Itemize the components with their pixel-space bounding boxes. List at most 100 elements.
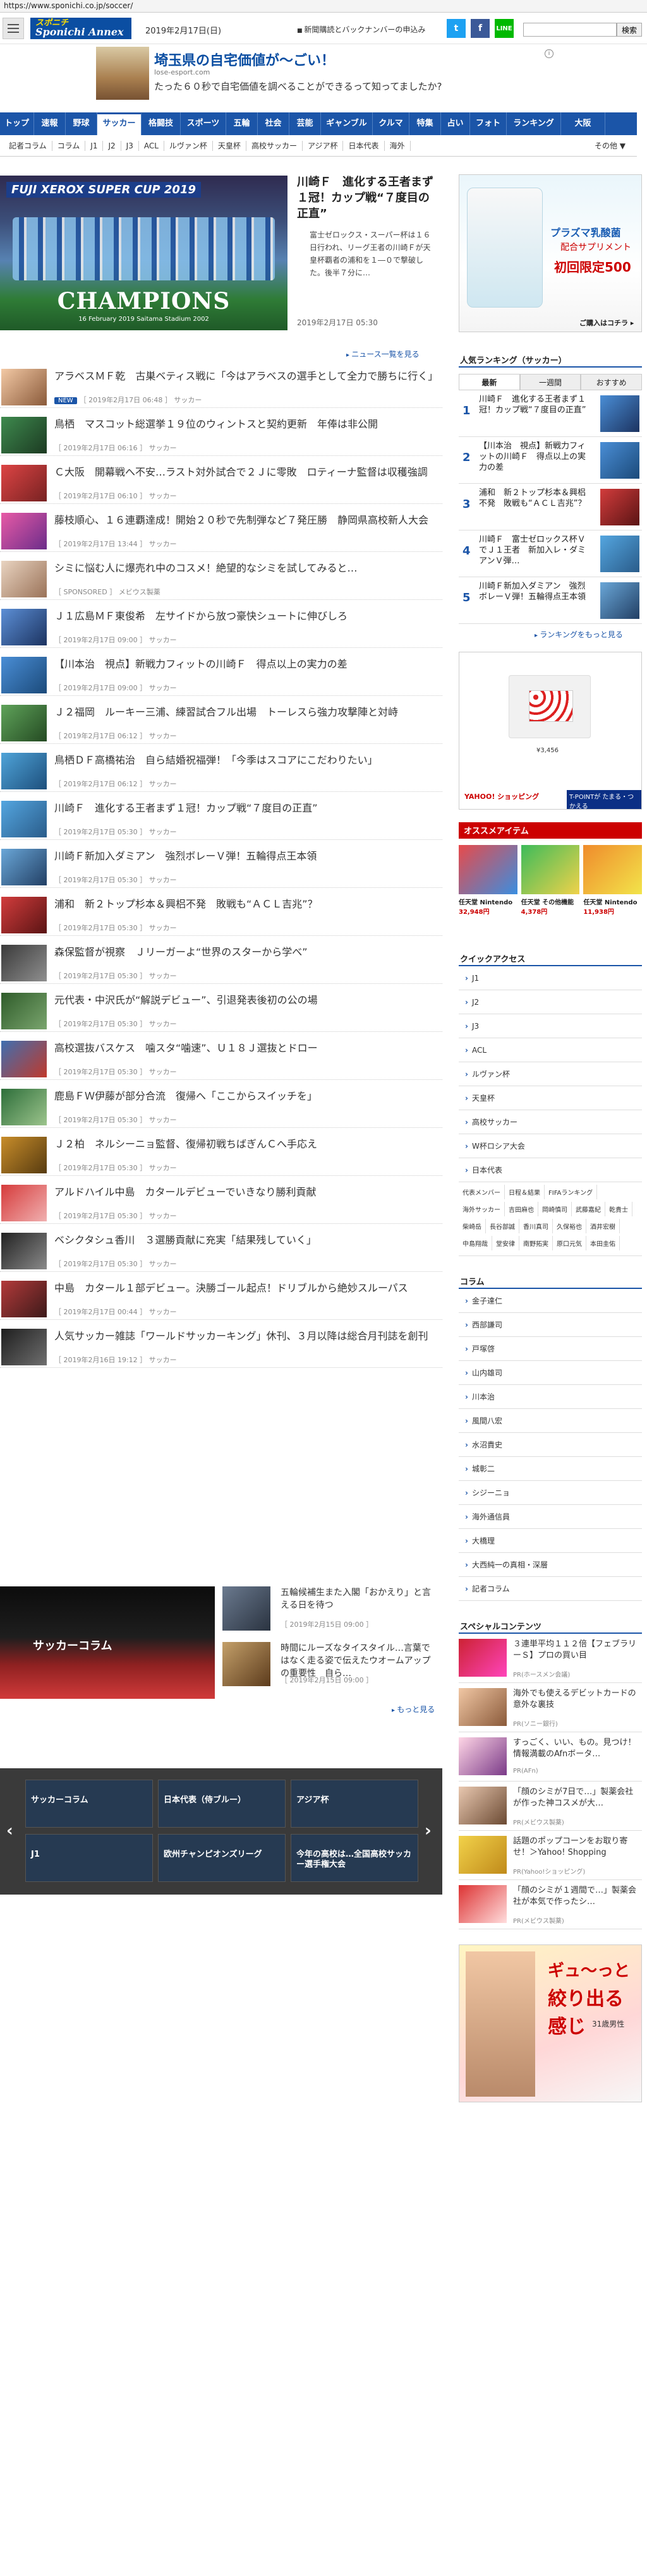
news-item[interactable]: 鳥栖ＤＦ高橋祐治 自ら結婚祝福弾！「今季はスコアにこだわりたい」 ［ 2019年2…: [0, 752, 442, 792]
quick-access-tag[interactable]: 久保裕也: [553, 1219, 586, 1233]
twitter-icon[interactable]: t: [447, 19, 466, 38]
quick-access-link[interactable]: W杯ロシア大会: [459, 1134, 642, 1158]
quick-access-tag[interactable]: 酒井宏樹: [586, 1219, 620, 1233]
news-item[interactable]: Ｊ２福岡 ルーキー三浦、練習試合フル出場 トーレスら強力攻撃陣と対峙 ［ 2019…: [0, 704, 442, 744]
news-title[interactable]: 元代表・中沢氏が“解説デビュー”、引退発表後初の公の場: [54, 993, 433, 1007]
quick-access-link[interactable]: J3: [459, 1014, 642, 1038]
line-icon[interactable]: LINE: [495, 19, 514, 38]
ranking-item[interactable]: 4 川崎Ｆ 富士ゼロックス杯ＶでＪ１王者 新加入レ・ダミアンＶ弾…: [459, 530, 642, 577]
hero-image[interactable]: FUJI XEROX SUPER CUP 2019 CHAMPIONS 16 F…: [0, 176, 287, 330]
news-title[interactable]: Ｊ２柏 ネルシーニョ監督、復帰初戦ちばぎんＣへ手応え: [54, 1137, 433, 1151]
gnav-item-active[interactable]: サッカー: [97, 112, 142, 135]
column-author-link[interactable]: 戸塚啓: [459, 1337, 642, 1361]
news-title[interactable]: アルドハイル中島 カタールデビューでいきなり勝利貢献: [54, 1185, 433, 1199]
quick-access-tag[interactable]: 柴崎岳: [459, 1219, 486, 1233]
news-title[interactable]: 森保監督が視察 Ｊリーガーよ“世界のスターから学べ”: [54, 945, 433, 959]
news-item[interactable]: 元代表・中沢氏が“解説デビュー”、引退発表後初の公の場 ［ 2019年2月17日 …: [0, 991, 442, 1032]
quick-access-link[interactable]: ルヴァン杯: [459, 1062, 642, 1086]
column-author-link[interactable]: 城彰二: [459, 1457, 642, 1481]
news-item[interactable]: 人気サッカー雑誌「ワールドサッカーキング」休刊、３月以降は総合月刊誌を創刊 ［ 2…: [0, 1327, 442, 1368]
news-item[interactable]: 浦和 新２トップ杉本＆興梠不発 敗戦も“ＡＣＬ吉兆”？ ［ 2019年2月17日 …: [0, 896, 442, 936]
subnav-item[interactable]: J1: [85, 140, 104, 151]
subnav-more-button[interactable]: その他 ▼: [590, 141, 631, 151]
quick-access-tag[interactable]: 長谷部誠: [486, 1219, 519, 1233]
news-title[interactable]: 鳥栖ＤＦ高橋祐治 自ら結婚祝福弾！「今季はスコアにこだわりたい」: [54, 753, 433, 767]
quick-access-tag[interactable]: 乾貴士: [605, 1202, 632, 1216]
special-item[interactable]: 「顔のシミが１週間で…」製薬会社が本気で作ったシ… PR(メビウス製薬): [459, 1880, 642, 1929]
news-item[interactable]: アルドハイル中島 カタールデビューでいきなり勝利貢献 ［ 2019年2月17日 0…: [0, 1183, 442, 1224]
carousel-tile[interactable]: 今年の高校は…全国高校サッカー選手権大会: [291, 1834, 418, 1882]
gnav-item[interactable]: 社会: [258, 112, 289, 135]
gnav-item[interactable]: 速報: [34, 112, 66, 135]
subnav-item[interactable]: 高校サッカー: [246, 140, 303, 151]
carousel-tile[interactable]: J1: [25, 1834, 153, 1882]
subnav-item[interactable]: J2: [103, 140, 121, 151]
news-title[interactable]: アラベスＭＦ乾 古巣ベティス戦に「今はアラベスの選手として全力で勝ちに行く」: [54, 369, 438, 383]
quick-access-link[interactable]: 天皇杯: [459, 1086, 642, 1110]
gnav-item[interactable]: 特集: [409, 112, 441, 135]
news-title[interactable]: 藤枝順心、１６連覇達成！開始２０秒で先制弾など７発圧勝 静岡県高校新人大会: [54, 513, 433, 527]
news-title[interactable]: 鹿島ＦＷ伊藤が部分合流 復帰へ「ここからスイッチを」: [54, 1089, 433, 1103]
sidebar-ad-yahoo[interactable]: ¥3,456 YAHOO! ショッピング T-POINTが たまる・つかえる: [459, 652, 642, 810]
quick-access-tag[interactable]: 岡崎慎司: [538, 1202, 572, 1216]
news-title[interactable]: 鳥栖 マスコット総選挙１９位のウィントスと契約更新 年俸は非公開: [54, 417, 433, 431]
hamburger-menu-icon[interactable]: [3, 18, 24, 39]
top-ad-banner[interactable]: 埼玉県の自宅価値が〜ごい！ lose-esport.com たった６０秒で自宅価…: [0, 44, 647, 102]
column-author-link[interactable]: 大橋理: [459, 1529, 642, 1553]
quick-access-link[interactable]: 高校サッカー: [459, 1110, 642, 1134]
column-author-link[interactable]: シジーニョ: [459, 1481, 642, 1505]
subnav-item[interactable]: ルヴァン杯: [164, 140, 213, 151]
gnav-item[interactable]: 野球: [66, 112, 97, 135]
gnav-item[interactable]: ランキング: [507, 112, 561, 135]
sidebar-ad-supplement[interactable]: プラズマ乳酸菌 配合サプリメント 初回限定500 ご購入はコチラ ▸: [459, 174, 642, 332]
gnav-item[interactable]: フォト: [470, 112, 507, 135]
ranking-tab[interactable]: 一週間: [519, 374, 581, 390]
special-item[interactable]: 海外でも使えるデビットカードの意外な裏技 PR(ソニー銀行): [459, 1683, 642, 1732]
quick-access-tag[interactable]: 原口元気: [553, 1236, 586, 1250]
gnav-item[interactable]: 大阪: [561, 112, 605, 135]
special-item[interactable]: すっごく、いい、もの。見つけ！情報満載のAfnボータ… PR(AFn): [459, 1732, 642, 1782]
news-title[interactable]: ベシクタシュ香川 ３選勝貢献に充実「結果残していく」: [54, 1233, 433, 1247]
news-title[interactable]: 人気サッカー雑誌「ワールドサッカーキング」休刊、３月以降は総合月刊誌を創刊: [54, 1329, 433, 1343]
recommend-item[interactable]: 任天堂 Nintendo 32,948円: [459, 845, 517, 940]
ad-title[interactable]: 埼玉県の自宅価値が〜ごい！: [154, 49, 335, 69]
quick-access-link[interactable]: ACL: [459, 1038, 642, 1062]
ranking-item[interactable]: 3 浦和 新２トップ杉本＆興梠不発 敗戦も“ＡＣＬ吉兆”？: [459, 484, 642, 530]
carousel-tile[interactable]: 欧州チャンピオンズリーグ: [158, 1834, 286, 1882]
column-author-link[interactable]: 風間八宏: [459, 1409, 642, 1433]
news-title[interactable]: Ｊ１広島ＭＦ東俊希 左サイドから放つ豪快シュートに伸びしろ: [54, 609, 433, 623]
news-item[interactable]: アラベスＭＦ乾 古巣ベティス戦に「今はアラベスの選手として全力で勝ちに行く」 NE…: [0, 368, 442, 408]
quick-access-tag[interactable]: 日程＆結果: [505, 1185, 545, 1199]
column-author-link[interactable]: 海外通信員: [459, 1505, 642, 1529]
news-item[interactable]: 【川本治 視点】新戦力フィットの川崎Ｆ 得点以上の実力の差 ［ 2019年2月17…: [0, 656, 442, 696]
recommend-item[interactable]: 任天堂 その他機能 4,378円: [521, 845, 580, 940]
column-author-link[interactable]: 西部謙司: [459, 1313, 642, 1337]
carousel-tile[interactable]: 日本代表（侍ブルー）: [158, 1780, 286, 1828]
site-logo[interactable]: スポニチ Sponichi Annex: [30, 18, 131, 39]
ranking-item[interactable]: 5 川崎Ｆ新加入ダミアン 強烈ボレーＶ弾！五輪得点王本領: [459, 577, 642, 624]
news-title[interactable]: 浦和 新２トップ杉本＆興梠不発 敗戦も“ＡＣＬ吉兆”？: [54, 897, 433, 911]
subnav-item[interactable]: 海外: [385, 140, 411, 151]
column-item[interactable]: 五輪候補生また入閣「おかえり」と言える日を待つ ［ 2019年2月15日 09:…: [222, 1586, 437, 1631]
news-title[interactable]: 中島 カタール１部デビュー。決勝ゴール起点！ドリブルから絶妙スルーパス: [54, 1281, 433, 1295]
quick-access-tag[interactable]: 本田圭佑: [586, 1236, 620, 1250]
subnav-item[interactable]: 日本代表: [343, 140, 385, 151]
quick-access-link[interactable]: J1: [459, 966, 642, 990]
news-item[interactable]: Ｃ大阪 開幕戦へ不安…ラスト対外試合で２Ｊに零敗 ロティーナ監督は収穫強調 ［ 2…: [0, 464, 442, 504]
quick-access-link[interactable]: J2: [459, 990, 642, 1014]
ranking-item[interactable]: 2 【川本治 視点】新戦力フィットの川崎Ｆ 得点以上の実力の差: [459, 437, 642, 484]
address-bar[interactable]: https://www.sponichi.co.jp/soccer/: [0, 0, 647, 13]
news-item[interactable]: 高校選抜バスケス 噛スタ“噛速”、Ｕ１８Ｊ選抜とドロー ［ 2019年2月17日 …: [0, 1039, 442, 1080]
column-author-link[interactable]: 記者コラム: [459, 1577, 642, 1601]
subnav-item[interactable]: アジア杯: [303, 140, 344, 151]
quick-access-tag[interactable]: 香川真司: [519, 1219, 553, 1233]
carousel-prev-icon[interactable]: ‹: [6, 1821, 13, 1840]
subnav-item[interactable]: J3: [121, 140, 139, 151]
news-title[interactable]: 【川本治 視点】新戦力フィットの川崎Ｆ 得点以上の実力の差: [54, 657, 433, 671]
special-item[interactable]: ３連単平均１１２倍【フェブラリーＳ】プロの買い目 PR(ホースメン会議): [459, 1634, 642, 1683]
news-item[interactable]: 川崎Ｆ新加入ダミアン 強烈ボレーＶ弾！五輪得点王本領 ［ 2019年2月17日 0…: [0, 848, 442, 888]
quick-access-tag[interactable]: 武藤嘉紀: [572, 1202, 605, 1216]
news-item[interactable]: 鳥栖 マスコット総選挙１９位のウィントスと契約更新 年俸は非公開 ［ 2019年2…: [0, 416, 442, 456]
ranking-item[interactable]: 1 川崎Ｆ 進化する王者まず１冠！カップ戦“７度目の正直”: [459, 390, 642, 437]
sidebar-ad-bottom[interactable]: ギュ〜っと 絞り出る 感じ 31歳男性: [459, 1944, 642, 2102]
